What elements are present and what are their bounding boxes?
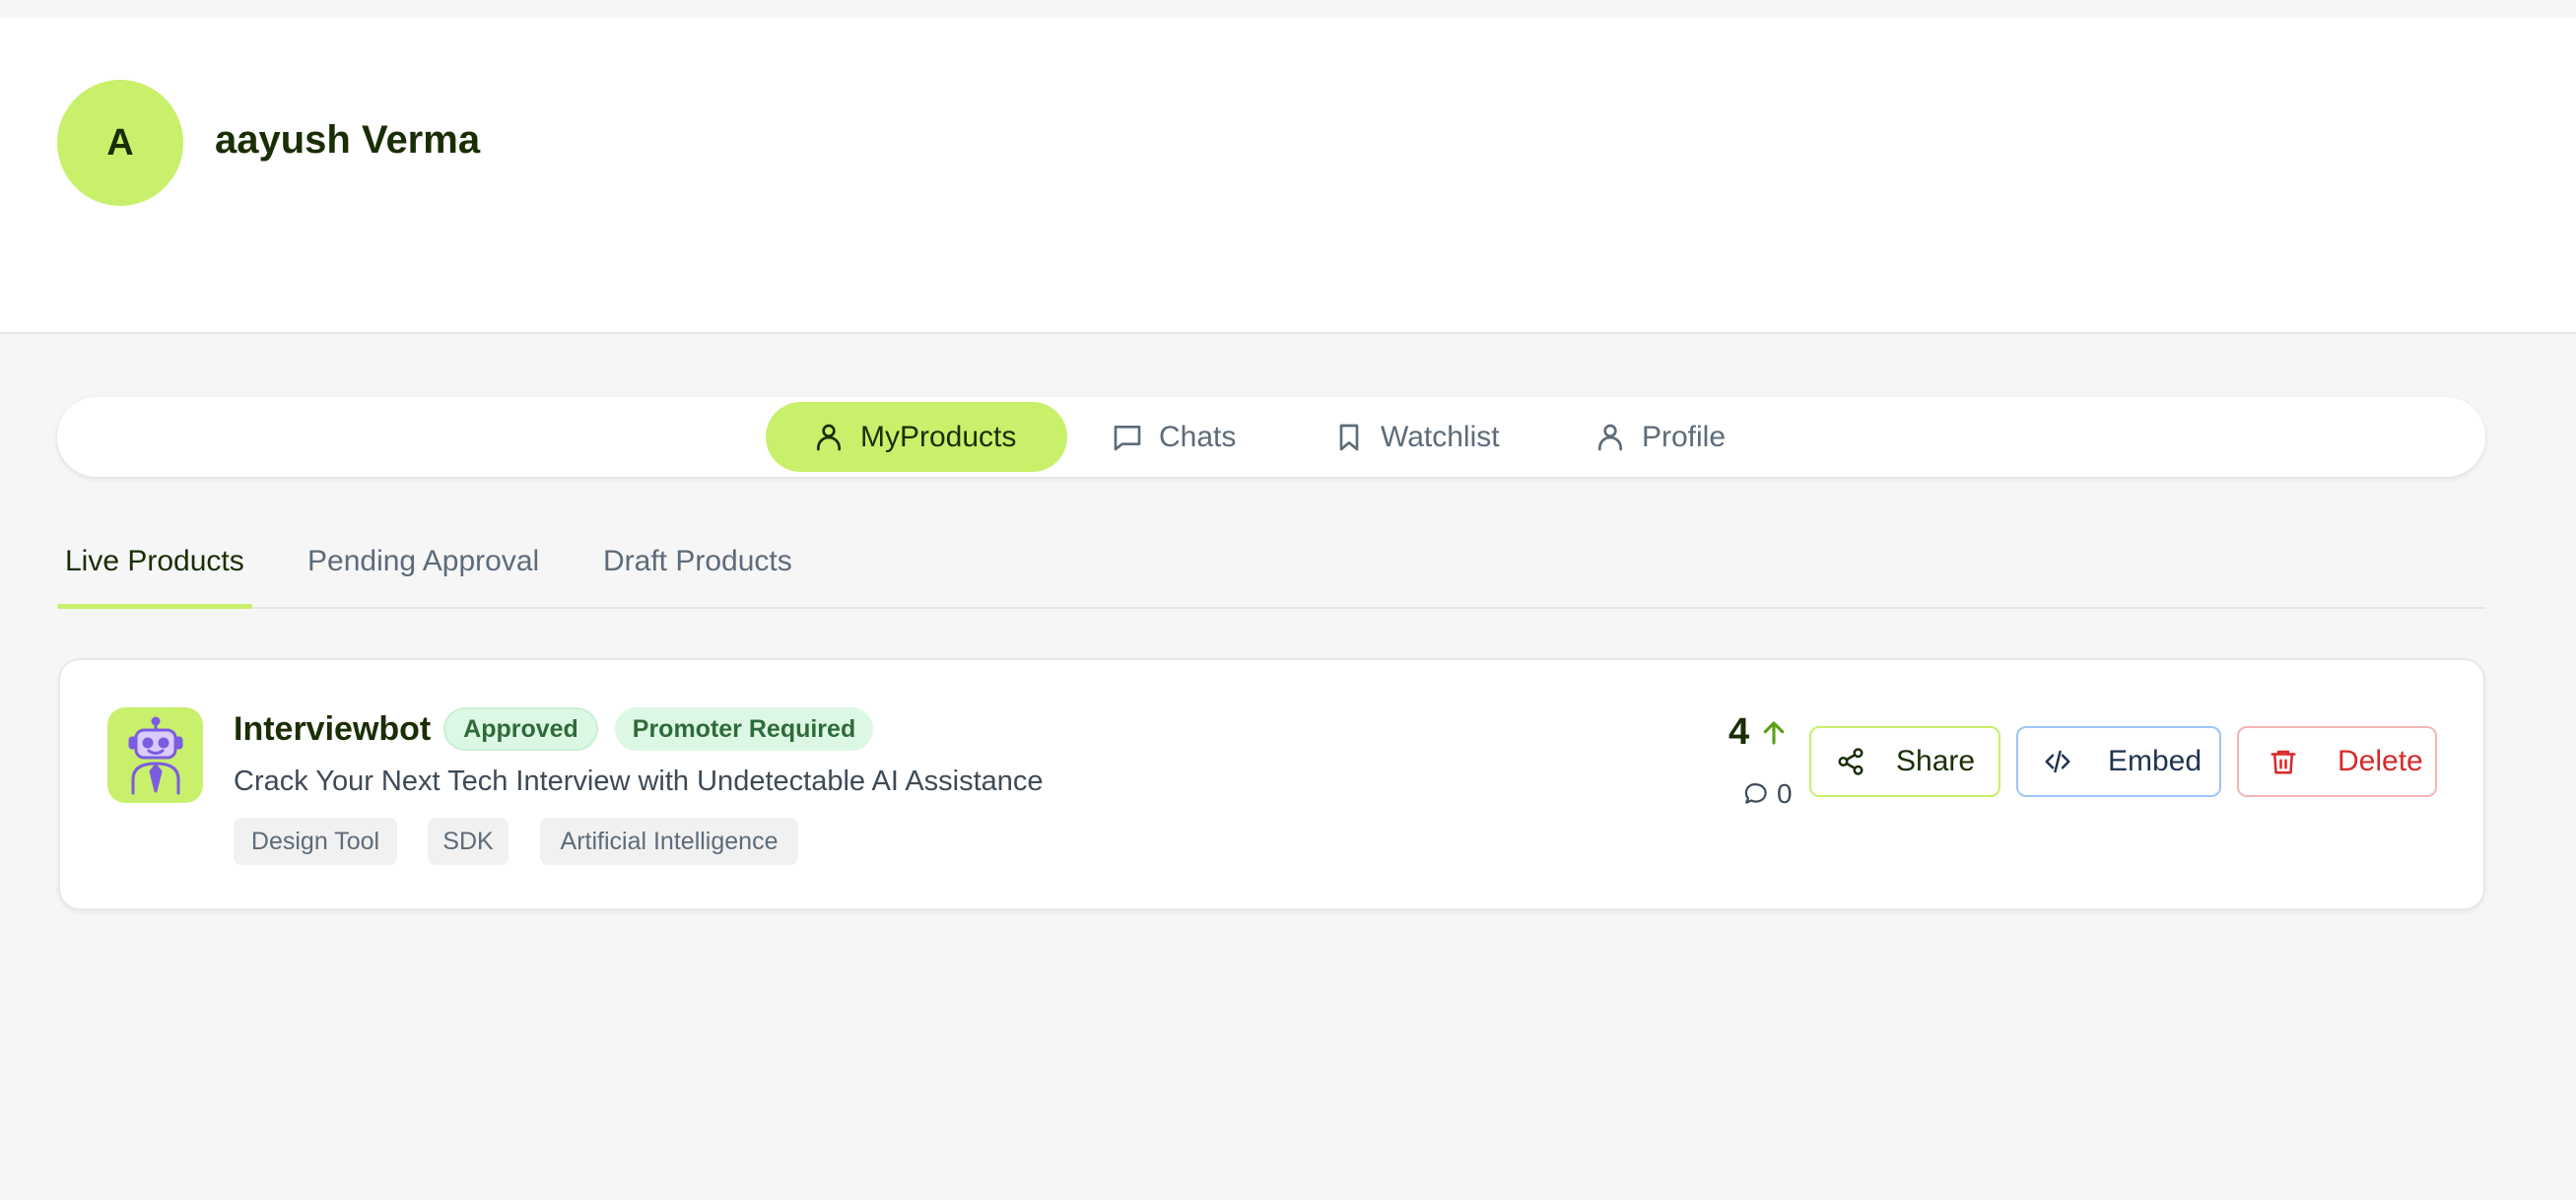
code-icon: [2045, 750, 2070, 773]
avatar: A: [57, 80, 183, 206]
delete-label: Delete: [2338, 745, 2423, 777]
tab-live-products[interactable]: Live Products: [65, 544, 244, 579]
product-description: Crack Your Next Tech Interview with Unde…: [234, 766, 1044, 797]
category-tag: SDK: [428, 818, 508, 865]
tab-pending-approval[interactable]: Pending Approval: [307, 544, 539, 579]
trash-icon: [2271, 750, 2296, 774]
status-badge-approved: Approved: [443, 707, 598, 751]
category-tag: Design Tool: [234, 818, 397, 865]
product-logo[interactable]: [107, 707, 203, 803]
bookmark-icon: [1339, 424, 1359, 450]
delete-button[interactable]: Delete: [2237, 726, 2437, 797]
embed-button[interactable]: Embed: [2016, 726, 2221, 797]
share-icon: [1838, 748, 1864, 775]
category-tag: Artificial Intelligence: [540, 818, 798, 865]
nav-myproducts[interactable]: MyProducts: [766, 402, 1067, 472]
nav-profile[interactable]: Profile: [1594, 402, 1792, 472]
robot-icon: [128, 716, 182, 794]
upvote-count[interactable]: 4: [1729, 711, 1789, 754]
user-icon: [817, 424, 841, 450]
comment-icon: [1744, 783, 1767, 804]
profile-header: A aayush Verma: [0, 18, 2576, 334]
user-name: aayush Verma: [215, 118, 481, 162]
nav-profile-label: Profile: [1642, 420, 1727, 453]
nav-chats[interactable]: Chats: [1112, 402, 1289, 472]
nav-chats-label: Chats: [1159, 420, 1237, 453]
nav-myproducts-label: MyProducts: [860, 420, 1017, 453]
share-label: Share: [1896, 745, 1976, 777]
embed-label: Embed: [2108, 745, 2203, 777]
comment-value: 0: [1777, 778, 1793, 809]
product-status-tabs: Live Products Pending Approval Draft Pro…: [57, 532, 2485, 609]
tab-draft-products[interactable]: Draft Products: [603, 544, 792, 579]
upvote-value: 4: [1729, 711, 1750, 753]
arrow-up-icon: [1763, 720, 1785, 745]
nav-watchlist[interactable]: Watchlist: [1333, 402, 1580, 472]
top-strip: [0, 0, 2576, 18]
user-icon: [1598, 424, 1622, 450]
status-badge-promoter: Promoter Required: [615, 707, 873, 751]
product-card: Interviewbot Approved Promoter Required …: [58, 658, 2485, 910]
chat-icon: [1114, 425, 1141, 450]
nav-watchlist-label: Watchlist: [1381, 420, 1500, 453]
comment-count[interactable]: 0: [1743, 778, 1793, 810]
active-tab-underline: [57, 604, 252, 609]
main-nav: MyProducts Chats Watchlist Profile: [57, 397, 2485, 477]
product-name[interactable]: Interviewbot: [234, 709, 431, 750]
share-button[interactable]: Share: [1809, 726, 2000, 797]
